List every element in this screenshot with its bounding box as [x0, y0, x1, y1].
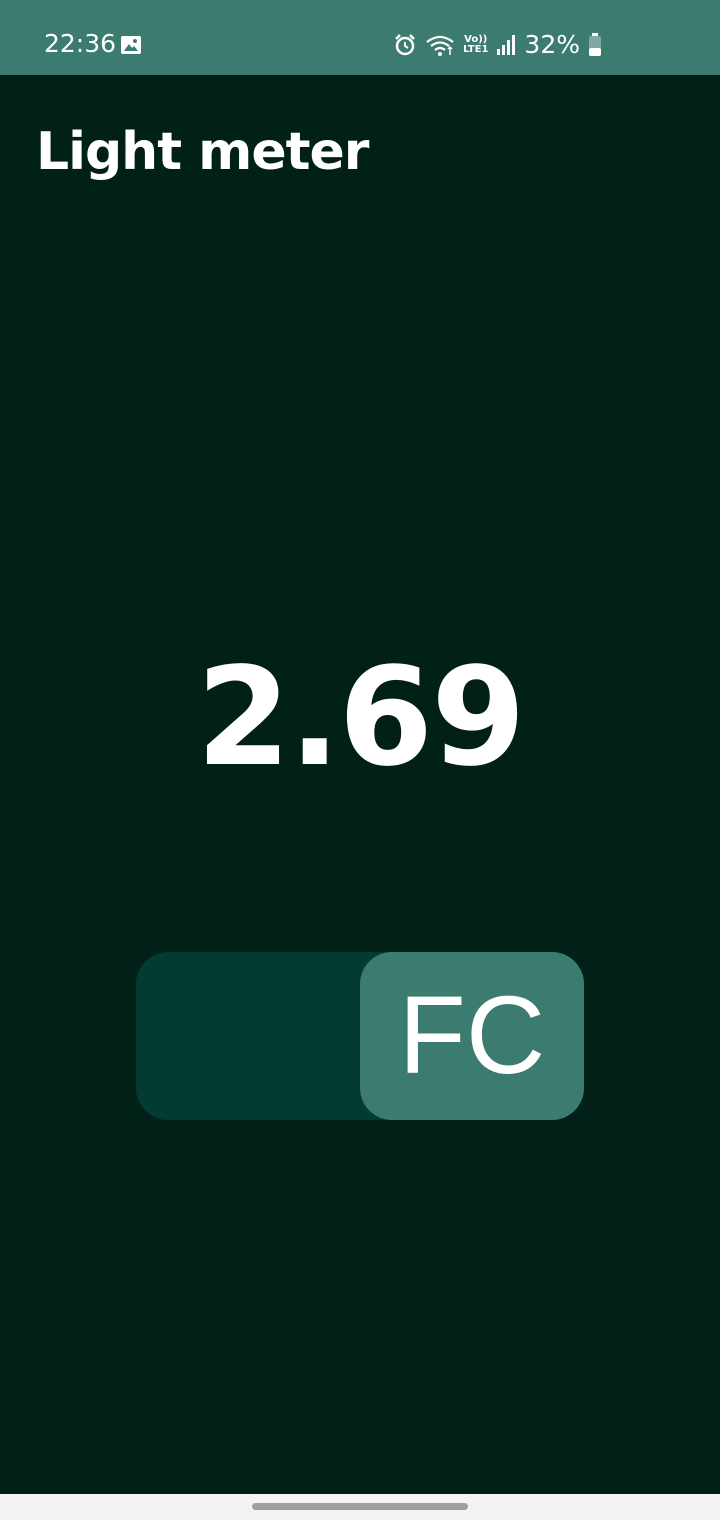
- status-bar: 22:36 Vo)) LTE1 32%: [0, 0, 720, 75]
- light-meter-screen: 22:36 Vo)) LTE1 32% Light meter 2.69 FC: [0, 0, 720, 1520]
- unit-toggle[interactable]: FC: [136, 952, 584, 1120]
- signal-icon: [496, 34, 516, 56]
- alarm-icon: [393, 33, 417, 57]
- navigation-bar: [0, 1494, 720, 1520]
- unit-toggle-knob[interactable]: FC: [360, 952, 584, 1120]
- status-icons: Vo)) LTE1 32%: [393, 28, 602, 62]
- battery-percent: 32%: [524, 30, 580, 59]
- status-time: 22:36: [44, 29, 117, 58]
- page-title: Light meter: [36, 122, 369, 182]
- unit-label: FC: [398, 974, 546, 1097]
- light-reading-value: 2.69: [196, 639, 526, 797]
- wifi-icon: [425, 33, 455, 57]
- battery-icon: [588, 33, 602, 57]
- home-indicator[interactable]: [252, 1503, 468, 1510]
- lte-icon: Vo)) LTE1: [463, 34, 489, 55]
- gallery-icon: [120, 35, 142, 55]
